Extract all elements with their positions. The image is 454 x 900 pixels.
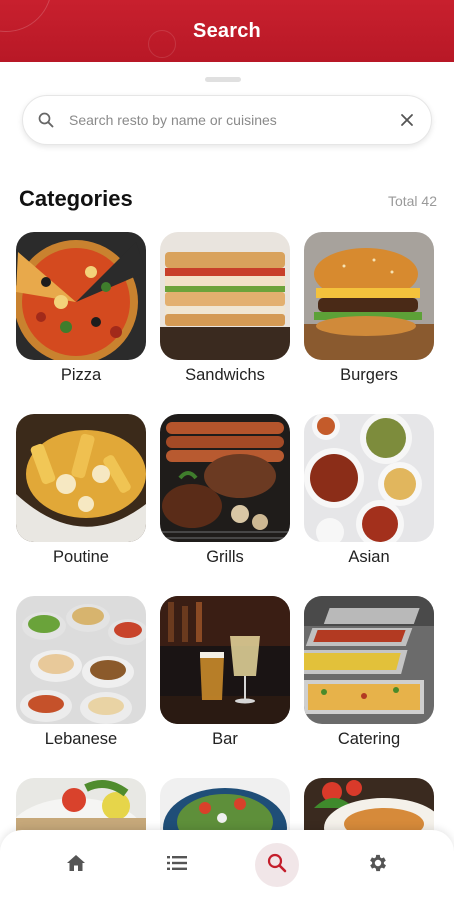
category-image — [160, 414, 290, 542]
search-bar[interactable] — [22, 95, 432, 145]
nav-search[interactable] — [255, 843, 300, 887]
bottom-navigation — [0, 830, 454, 900]
category-label: Poutine — [53, 548, 109, 566]
list-icon — [166, 854, 188, 877]
category-tile-poutine[interactable]: Poutine — [16, 414, 146, 567]
close-icon[interactable] — [397, 110, 417, 130]
category-label: Bar — [212, 730, 238, 748]
gear-icon — [367, 852, 389, 879]
category-label: Burgers — [340, 366, 398, 384]
category-image — [16, 232, 146, 360]
category-tile-bar[interactable]: Bar — [160, 596, 290, 749]
category-label: Sandwichs — [185, 366, 265, 384]
category-tile-sandwichs[interactable]: Sandwichs — [160, 232, 290, 385]
category-image — [16, 596, 146, 724]
category-image — [304, 414, 434, 542]
nav-home[interactable] — [54, 843, 98, 887]
page-title: Search — [193, 19, 261, 42]
category-image — [304, 596, 434, 724]
category-image — [160, 596, 290, 724]
search-input[interactable] — [69, 112, 397, 128]
app-header: Search — [0, 0, 454, 62]
category-label: Lebanese — [44, 730, 118, 748]
search-icon — [37, 111, 55, 129]
category-tile-pizza[interactable]: Pizza — [16, 232, 146, 385]
drag-handle[interactable] — [205, 77, 241, 82]
category-label: Asian — [348, 548, 390, 566]
category-label: Grills — [206, 548, 244, 566]
category-image — [160, 232, 290, 360]
categories-count: Total 42 — [387, 193, 437, 209]
category-tile-burgers[interactable]: Burgers — [304, 232, 434, 385]
category-image — [16, 414, 146, 542]
category-tile-grills[interactable]: Grills — [160, 414, 290, 567]
nav-settings[interactable] — [356, 843, 400, 887]
category-label: Pizza — [60, 366, 102, 384]
nav-list[interactable] — [155, 843, 199, 887]
category-tile-catering[interactable]: Catering — [304, 596, 434, 749]
categories-title: Categories — [19, 186, 133, 211]
category-tile-asian[interactable]: Asian — [304, 414, 434, 567]
categories-header: Categories Total 42 — [19, 186, 437, 212]
category-image — [304, 232, 434, 360]
category-label: Catering — [337, 730, 401, 748]
search-icon — [267, 853, 287, 878]
category-tile-lebanese[interactable]: Lebanese — [16, 596, 146, 749]
home-icon — [65, 853, 87, 878]
